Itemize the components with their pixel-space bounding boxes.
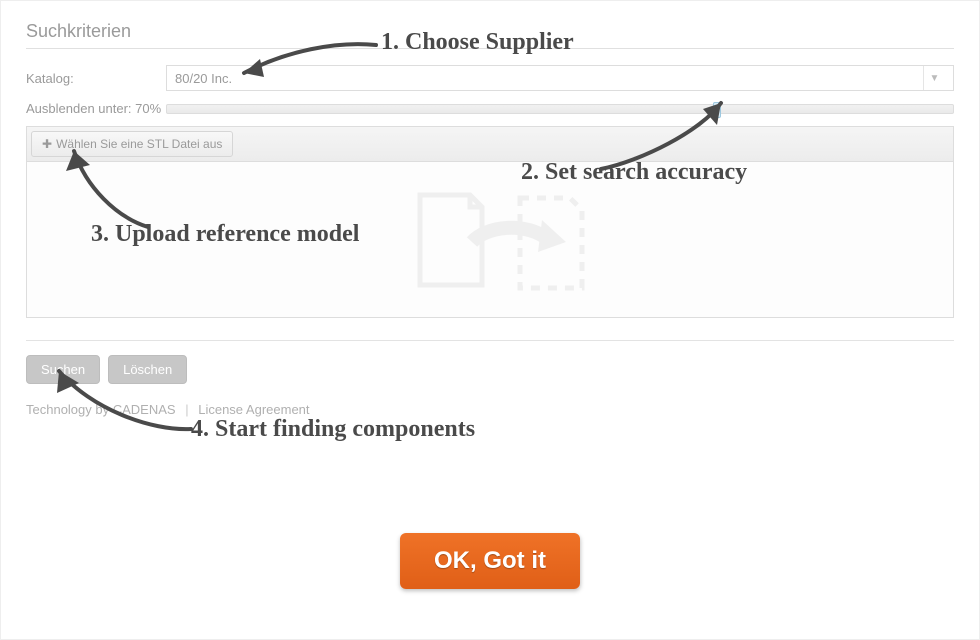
threshold-label: Ausblenden unter: 70% — [26, 101, 166, 116]
chevron-down-icon: ▼ — [923, 66, 945, 90]
accuracy-slider[interactable] — [166, 104, 954, 114]
file-replace-icon — [380, 180, 600, 300]
clear-button[interactable]: Löschen — [108, 355, 187, 384]
search-button[interactable]: Suchen — [26, 355, 100, 384]
panel-title: Suchkriterien — [26, 21, 954, 49]
choose-stl-button[interactable]: ✚ Wählen Sie eine STL Datei aus — [31, 131, 233, 157]
search-criteria-panel: Suchkriterien Katalog: 80/20 Inc. ▼ Ausb… — [1, 1, 979, 437]
upload-dropzone[interactable] — [27, 162, 953, 317]
divider — [26, 340, 954, 341]
threshold-value: 70% — [135, 101, 161, 116]
footer-links: Technology by CADENAS | License Agreemen… — [26, 402, 954, 417]
license-link[interactable]: License Agreement — [198, 402, 309, 417]
catalog-value: 80/20 Inc. — [175, 71, 232, 86]
plus-icon: ✚ — [42, 137, 52, 151]
action-row: Suchen Löschen — [26, 355, 954, 384]
catalog-row: Katalog: 80/20 Inc. ▼ — [26, 65, 954, 91]
upload-area: ✚ Wählen Sie eine STL Datei aus — [26, 126, 954, 318]
ok-got-it-button[interactable]: OK, Got it — [400, 533, 580, 589]
upload-toolbar: ✚ Wählen Sie eine STL Datei aus — [27, 127, 953, 162]
threshold-row: Ausblenden unter: 70% — [26, 101, 954, 116]
catalog-select[interactable]: 80/20 Inc. ▼ — [166, 65, 954, 91]
catalog-label: Katalog: — [26, 71, 166, 86]
slider-thumb[interactable] — [713, 102, 721, 118]
tech-by-link[interactable]: Technology by CADENAS — [26, 402, 176, 417]
